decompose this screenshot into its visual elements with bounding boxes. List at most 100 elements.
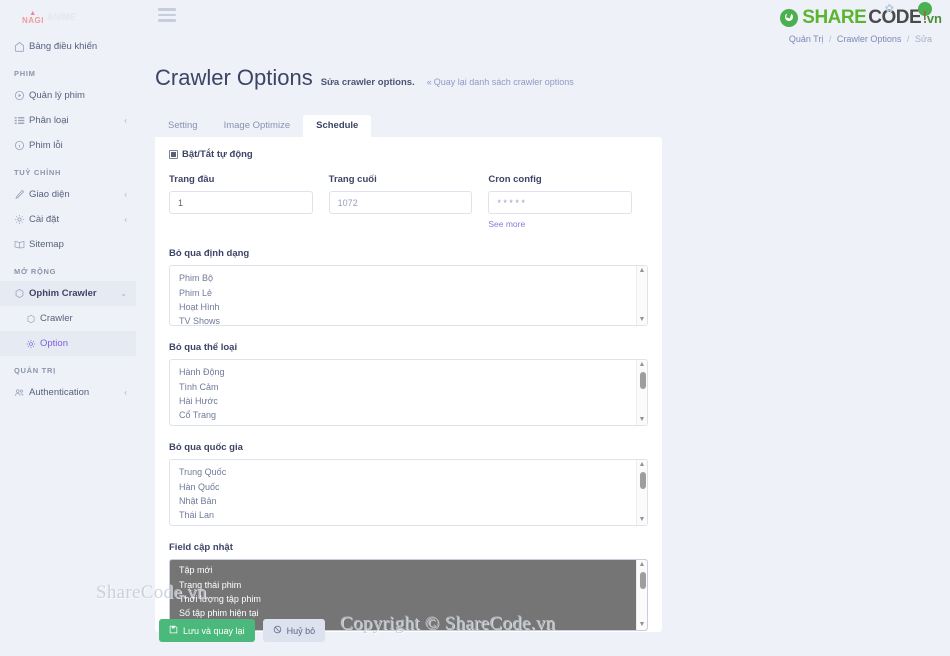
breadcrumb: Quản Trị / Crawler Options / Sửa: [780, 34, 942, 44]
group-bo-qua-dinh-dang: Bỏ qua định dạng Phim Bộ Phim Lẻ Hoạt Hì…: [169, 248, 648, 327]
page-range-row: Trang đầu Trang cuối Cron config See mor…: [169, 174, 648, 232]
field-cron-config: Cron config See more: [488, 174, 648, 232]
sidebar: ▲ NAGI ANIME Bảng điều khiển PHIM Quản l…: [0, 0, 136, 656]
gear-icon: [26, 339, 40, 349]
cron-see-more-link[interactable]: See more: [488, 219, 525, 229]
chevron-left-icon: ‹: [124, 388, 127, 397]
list-item[interactable]: Tình Cảm: [177, 380, 647, 394]
tab-bar: Setting Image Optimize Schedule: [136, 115, 950, 138]
sidebar-item-crawler[interactable]: Crawler: [0, 306, 136, 331]
sidebar-item-phan-loai[interactable]: Phân loại ‹: [0, 108, 136, 133]
sidebar-item-option[interactable]: Option: [0, 331, 136, 356]
page-subtitle: Sửa crawler options.: [320, 76, 415, 88]
ban-icon: [273, 625, 282, 636]
list-item[interactable]: Thái Lan: [177, 508, 647, 522]
field-trang-cuoi: Trang cuối: [328, 174, 489, 232]
sidebar-item-label: Giao diện: [29, 189, 70, 200]
book-icon: [14, 239, 29, 250]
back-to-list-link[interactable]: «Quay lại danh sách crawler options: [427, 77, 574, 87]
list-item[interactable]: Hoạt Hình: [177, 300, 647, 314]
list-item[interactable]: Phim Bộ: [177, 271, 647, 285]
sidebar-section-tuy-chinh: TUỲ CHỈNH: [14, 168, 62, 177]
scrollbar[interactable]: ▲ ▼: [636, 360, 647, 426]
scroll-down-icon[interactable]: ▼: [639, 316, 646, 323]
chevron-left-icon: ‹: [124, 190, 127, 199]
cube-icon: [14, 288, 29, 299]
sidebar-item-label: Phân loại: [29, 115, 69, 126]
breadcrumb-separator: /: [906, 34, 910, 44]
list-item[interactable]: Hàn Quốc: [177, 480, 647, 494]
bo-qua-the-loai-label: Bỏ qua thể loại: [169, 342, 238, 354]
nagi-logo-icon: ▲ NAGI: [22, 10, 44, 25]
sidebar-item-label: Ophim Crawler: [29, 288, 97, 299]
sidebar-item-dashboard[interactable]: Bảng điều khiển: [0, 34, 136, 59]
brand-name: NAGI: [22, 15, 44, 25]
hamburger-icon[interactable]: [158, 8, 176, 22]
tab-image-optimize[interactable]: Image Optimize: [211, 115, 304, 137]
scrollbar-track[interactable]: [637, 274, 647, 317]
bo-qua-quoc-gia-listbox[interactable]: Trung Quốc Hàn Quốc Nhật Bản Thái Lan Âu…: [169, 459, 648, 527]
cancel-button[interactable]: Huỷ bỏ: [262, 619, 326, 642]
play-circle-icon: [14, 90, 29, 101]
scrollbar-thumb[interactable]: [639, 472, 646, 490]
list-item[interactable]: Hài Hước: [177, 394, 647, 408]
list-item[interactable]: Nhật Bản: [177, 494, 647, 508]
scroll-down-icon[interactable]: ▼: [639, 416, 646, 423]
main-area: ✿ SHARE CODE .vn Quản Trị / Crawler Opti…: [136, 0, 950, 656]
list-item[interactable]: Tâm Lý: [177, 423, 647, 426]
cube-icon: [26, 314, 40, 324]
scroll-down-icon[interactable]: ▼: [639, 621, 646, 628]
scrollbar-track[interactable]: [637, 468, 647, 517]
group-bo-qua-the-loai: Bỏ qua thể loại Hành Động Tình Cảm Hài H…: [169, 342, 648, 427]
sidebar-item-ophim-crawler[interactable]: Ophim Crawler ⌄: [0, 281, 136, 306]
scrollbar-thumb[interactable]: [639, 572, 646, 590]
sidebar-item-sitemap[interactable]: Sitemap: [0, 232, 136, 257]
sidebar-section-mo-rong: MỞ RỘNG: [14, 267, 57, 276]
sidebar-section-phim: PHIM: [14, 69, 36, 78]
sidebar-item-label: Phim lỗi: [29, 140, 63, 151]
auto-toggle-checkbox[interactable]: [169, 150, 178, 160]
gear-icon: ✿: [884, 3, 894, 15]
sharecode-logo: ✿ SHARE CODE .vn: [780, 2, 942, 32]
tab-setting[interactable]: Setting: [155, 115, 211, 137]
list-item[interactable]: Tập mới: [170, 563, 647, 578]
trang-dau-label: Trang đầu: [169, 174, 215, 186]
list-item[interactable]: Hành Động: [177, 365, 647, 379]
trang-dau-input[interactable]: [169, 191, 313, 215]
scrollbar[interactable]: ▲ ▼: [636, 560, 647, 631]
list-item[interactable]: TV Shows: [177, 314, 647, 325]
chevron-left-icon: ‹: [124, 116, 127, 125]
bo-qua-dinh-dang-listbox[interactable]: Phim Bộ Phim Lẻ Hoạt Hình TV Shows ▲ ▼: [169, 265, 648, 327]
sidebar-item-label: Option: [40, 338, 68, 349]
scrollbar[interactable]: ▲ ▼: [636, 460, 647, 526]
sidebar-item-giao-dien[interactable]: Giao diện ‹: [0, 182, 136, 207]
list-item[interactable]: Trung Quốc: [177, 465, 647, 479]
bo-qua-the-loai-listbox[interactable]: Hành Động Tình Cảm Hài Hước Cổ Trang Tâm…: [169, 359, 648, 427]
sidebar-item-authentication[interactable]: Authentication ‹: [0, 380, 136, 405]
scrollbar-track[interactable]: [637, 568, 647, 622]
scrollbar-track[interactable]: [637, 368, 647, 417]
sidebar-item-phim-loi[interactable]: Phim lỗi: [0, 133, 136, 158]
list-item[interactable]: Âu Mỹ: [177, 523, 647, 526]
brand-logo[interactable]: ▲ NAGI ANIME: [0, 0, 136, 34]
list-item[interactable]: Trạng thái phim: [170, 577, 647, 593]
scrollbar[interactable]: ▲ ▼: [636, 266, 647, 326]
sidebar-item-quan-ly-phim[interactable]: Quản lý phim: [0, 83, 136, 108]
trang-cuoi-input[interactable]: [328, 191, 473, 215]
list-item[interactable]: Cổ Trang: [177, 408, 647, 422]
save-button[interactable]: Lưu và quay lại: [159, 619, 255, 642]
tab-schedule[interactable]: Schedule: [303, 115, 372, 138]
sidebar-item-cai-dat[interactable]: Cài đặt ‹: [0, 207, 136, 232]
sidebar-item-label: Authentication: [29, 387, 90, 398]
sharecode-badge-icon: [780, 9, 799, 27]
list-item[interactable]: Phim Lẻ: [177, 286, 647, 300]
group-bo-qua-quoc-gia: Bỏ qua quốc gia Trung Quốc Hàn Quốc Nhật…: [169, 442, 648, 527]
scrollbar-thumb[interactable]: [639, 372, 646, 390]
trang-cuoi-label: Trang cuối: [328, 174, 377, 186]
auto-toggle-row[interactable]: Bật/Tắt tự động: [169, 149, 648, 160]
cron-config-input[interactable]: [488, 191, 633, 215]
scroll-down-icon[interactable]: ▼: [639, 516, 646, 523]
list-item[interactable]: Thời lượng tập phim: [170, 592, 647, 607]
breadcrumb-item-crawler-options[interactable]: Crawler Options: [837, 34, 902, 44]
breadcrumb-item-quan-tri[interactable]: Quản Trị: [789, 34, 824, 44]
